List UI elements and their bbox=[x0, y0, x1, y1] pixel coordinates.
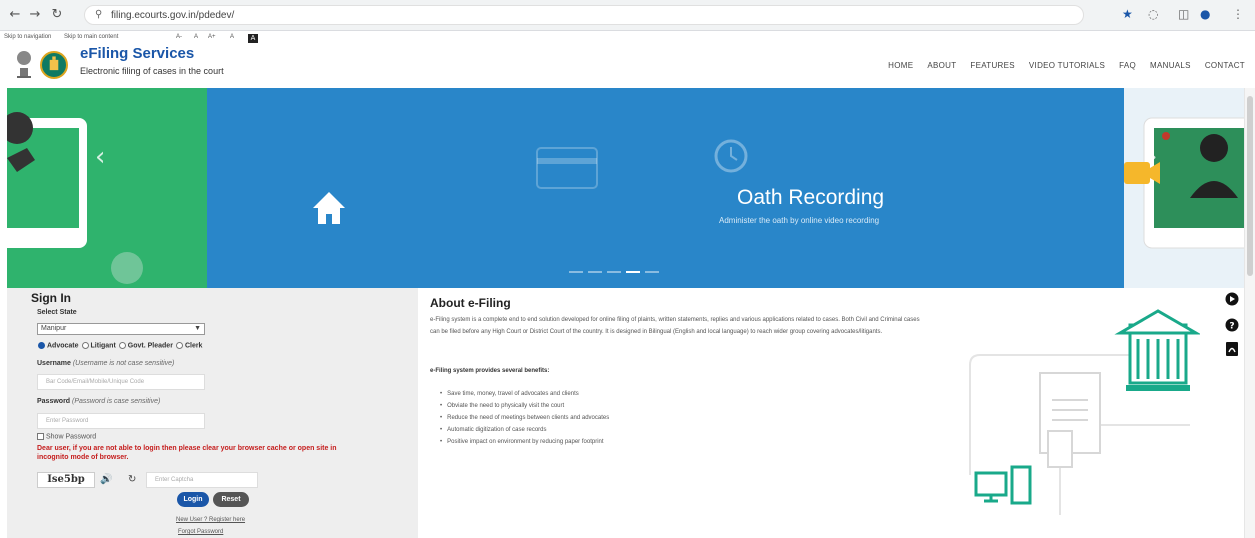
list-item: Obviate the need to physically visit the… bbox=[440, 400, 609, 412]
site-info-icon[interactable]: ⚲ bbox=[95, 9, 102, 20]
list-item: Save time, money, travel of advocates an… bbox=[440, 388, 609, 400]
main-menu: HOME ABOUT FEATURES VIDEO TUTORIALS FAQ … bbox=[888, 61, 1245, 70]
ecourts-logo-icon bbox=[40, 51, 68, 79]
slide-panel-left bbox=[7, 88, 207, 288]
card-watermark-icon bbox=[536, 147, 598, 189]
video-call-illustration-icon bbox=[1124, 117, 1244, 249]
brand-title: eFiling Services bbox=[80, 45, 195, 62]
role-govt-pleader[interactable]: Govt. Pleader bbox=[118, 342, 173, 349]
role-clerk[interactable]: Clerk bbox=[175, 342, 202, 349]
show-password-checkbox[interactable]: Show Password bbox=[37, 433, 96, 440]
state-select-value: Manipur bbox=[41, 325, 67, 332]
password-input[interactable]: Enter Password bbox=[37, 413, 205, 429]
list-item: Reduce the need of meetings between clie… bbox=[440, 412, 609, 424]
slide-panel-right bbox=[1124, 88, 1244, 288]
skip-main-content-link[interactable]: Skip to main content bbox=[64, 34, 118, 40]
side-panel-icon[interactable]: ◫ bbox=[1178, 7, 1189, 21]
about-paragraph: e-Filing system is a complete end to end… bbox=[430, 317, 920, 335]
court-illustration-icon bbox=[969, 309, 1200, 515]
browser-toolbar: ← → ↻ ⚲ filing.ecourts.gov.in/pdedev/ ★ … bbox=[0, 0, 1255, 31]
list-item: Automatic digitization of case records bbox=[440, 424, 609, 436]
page-scrollbar[interactable] bbox=[1244, 88, 1255, 538]
signin-title: Sign In bbox=[31, 291, 71, 305]
menu-about[interactable]: ABOUT bbox=[927, 61, 956, 70]
browser-menu-icon[interactable]: ⋮ bbox=[1232, 7, 1244, 21]
carousel-dot-active[interactable] bbox=[626, 271, 640, 273]
state-label: Select State bbox=[37, 309, 77, 316]
address-url: filing.ecourts.gov.in/pdedev/ bbox=[111, 10, 235, 21]
radio-icon bbox=[81, 342, 89, 349]
menu-home[interactable]: HOME bbox=[888, 61, 913, 70]
slide-title: Oath Recording bbox=[737, 186, 885, 209]
radio-selected-icon bbox=[38, 342, 45, 349]
radio-icon bbox=[118, 342, 126, 349]
carousel-dot[interactable] bbox=[588, 271, 602, 273]
login-button[interactable]: Login bbox=[177, 492, 209, 507]
radio-icon bbox=[175, 342, 183, 349]
play-circle-icon[interactable] bbox=[1225, 292, 1239, 306]
carousel-indicators bbox=[569, 271, 659, 273]
scrollbar-thumb[interactable] bbox=[1247, 96, 1253, 276]
carousel-dot[interactable] bbox=[569, 271, 583, 273]
forgot-password-link[interactable]: Forgot Password bbox=[178, 529, 223, 535]
captcha-input[interactable]: Enter Captcha bbox=[146, 472, 258, 488]
brand-tagline: Electronic filing of cases in the court bbox=[80, 66, 224, 76]
font-normal-button[interactable]: A bbox=[194, 34, 198, 40]
speaker-icon[interactable]: 🔊 bbox=[100, 474, 112, 485]
national-emblem-icon bbox=[17, 51, 31, 78]
pdf-icon[interactable] bbox=[1225, 342, 1239, 356]
arrow-right-icon[interactable]: → bbox=[26, 6, 44, 24]
carousel-dot[interactable] bbox=[645, 271, 659, 273]
font-decrease-button[interactable]: A- bbox=[176, 34, 182, 40]
extensions-icon[interactable]: ◌ bbox=[1148, 7, 1158, 21]
password-label: Password (Password is case sensitive) bbox=[37, 398, 161, 405]
help-icon[interactable]: ? bbox=[1225, 318, 1239, 332]
font-increase-button[interactable]: A+ bbox=[208, 34, 216, 40]
home-icon bbox=[313, 192, 345, 224]
username-input[interactable]: Bar Code/Email/Mobile/Unique Code bbox=[37, 374, 205, 390]
profile-icon[interactable]: ● bbox=[1200, 7, 1210, 21]
floating-icons: ? bbox=[1222, 288, 1242, 368]
carousel-prev-icon[interactable]: ‹ bbox=[95, 142, 105, 172]
address-bar[interactable]: ⚲ filing.ecourts.gov.in/pdedev/ bbox=[84, 5, 1084, 25]
chevron-down-icon: ▼ bbox=[194, 325, 201, 332]
role-litigant[interactable]: Litigant bbox=[81, 342, 116, 349]
benefits-title: e-Filing system provides several benefit… bbox=[430, 368, 550, 374]
about-title: About e-Filing bbox=[430, 296, 511, 310]
arrow-left-icon[interactable]: ← bbox=[6, 6, 24, 24]
svg-text:?: ? bbox=[1229, 322, 1234, 332]
menu-contact[interactable]: CONTACT bbox=[1205, 61, 1245, 70]
contrast-light-button[interactable]: A bbox=[230, 34, 234, 40]
menu-manuals[interactable]: MANUALS bbox=[1150, 61, 1191, 70]
monitor-illustration-icon bbox=[7, 112, 143, 284]
reset-button[interactable]: Reset bbox=[213, 492, 249, 507]
cache-warning: Dear user, if you are not able to login … bbox=[37, 445, 337, 461]
menu-features[interactable]: FEATURES bbox=[970, 61, 1014, 70]
site-header: eFiling Services Electronic filing of ca… bbox=[0, 43, 1255, 88]
username-label: Username (Username is not case sensitive… bbox=[37, 360, 175, 367]
accessibility-bar: Skip to navigation Skip to main content … bbox=[0, 31, 1255, 44]
carousel-dot[interactable] bbox=[607, 271, 621, 273]
clock-watermark-icon bbox=[714, 139, 748, 173]
benefits-list: Save time, money, travel of advocates an… bbox=[440, 388, 609, 448]
register-link[interactable]: New User ? Register here bbox=[176, 517, 245, 523]
role-advocate[interactable]: Advocate bbox=[38, 342, 79, 349]
hero-carousel: ‹ Oath Recording Administer the oath by … bbox=[7, 88, 1244, 288]
refresh-captcha-icon[interactable]: ↻ bbox=[128, 474, 136, 485]
menu-faq[interactable]: FAQ bbox=[1119, 61, 1136, 70]
list-item: Positive impact on environment by reduci… bbox=[440, 436, 609, 448]
menu-video-tutorials[interactable]: VIDEO TUTORIALS bbox=[1029, 61, 1105, 70]
reload-icon[interactable]: ↻ bbox=[48, 6, 66, 24]
slide-subtitle: Administer the oath by online video reco… bbox=[719, 216, 880, 225]
role-radio-group: Advocate Litigant Govt. Pleader Clerk bbox=[38, 342, 202, 349]
skip-navigation-link[interactable]: Skip to navigation bbox=[4, 34, 51, 40]
carousel-next-icon[interactable]: › bbox=[1147, 142, 1157, 172]
bookmark-star-icon[interactable]: ★ bbox=[1122, 7, 1133, 21]
captcha-image: Ise5bp bbox=[37, 472, 95, 488]
checkbox-icon bbox=[37, 433, 44, 440]
state-select[interactable]: Manipur ▼ bbox=[37, 323, 205, 335]
